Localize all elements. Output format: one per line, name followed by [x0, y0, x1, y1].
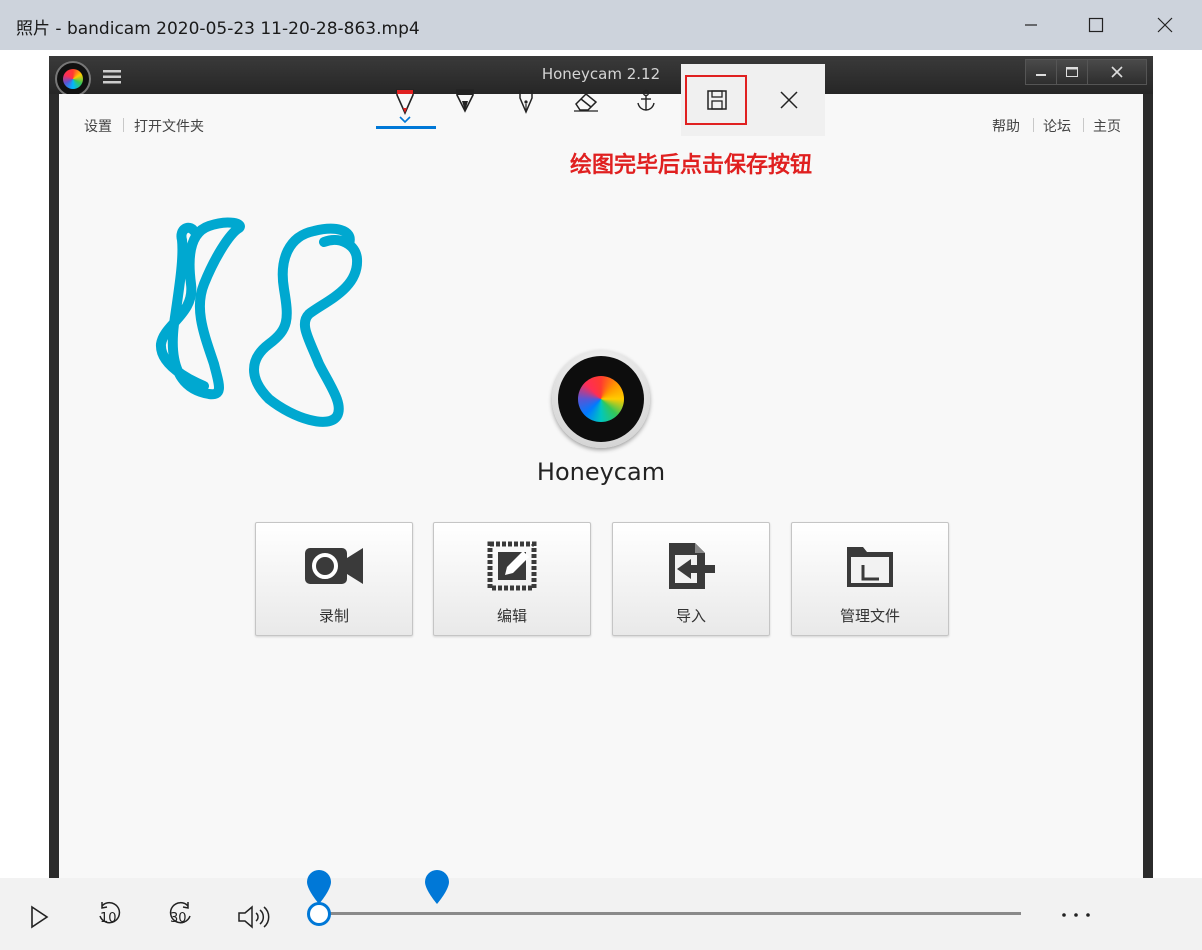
anchor-icon — [637, 89, 655, 111]
logo-text: Honeycam — [536, 458, 666, 486]
honeycam-title: Honeycam 2.12 — [541, 65, 661, 83]
rewind-label: 10 — [100, 911, 117, 926]
nav-open-folder[interactable]: 打开文件夹 — [134, 116, 204, 136]
play-button[interactable] — [20, 898, 58, 936]
import-icon — [661, 541, 721, 591]
more-options-button[interactable] — [1052, 900, 1100, 930]
import-label: 导入 — [675, 607, 706, 625]
annotation-text: 绘图完毕后点击保存按钮 — [570, 152, 813, 178]
maximize-icon — [1088, 17, 1104, 33]
maximize-icon — [1066, 67, 1078, 77]
manage-files-button[interactable]: 管理文件 — [791, 522, 949, 636]
honeycam-main-panel: 设置 打开文件夹 帮助 论坛 主页 绘图完毕后点击保存按钮 Honeycam 录… — [59, 94, 1143, 886]
anchor-tool[interactable] — [629, 84, 663, 118]
trim-end-marker-icon[interactable] — [423, 870, 451, 906]
play-icon — [31, 905, 49, 929]
trim-start-marker-icon[interactable] — [305, 870, 333, 906]
rewind-button[interactable]: 10 — [90, 896, 128, 934]
red-pen-icon — [396, 89, 414, 115]
honeycam-maximize-button[interactable] — [1056, 59, 1088, 85]
nav-divider — [123, 118, 124, 132]
photos-title-bar: 照片 - bandicam 2020-05-23 11-20-28-863.mp… — [0, 0, 1202, 50]
forward-label: 30 — [170, 911, 187, 926]
honeycam-minimize-button[interactable] — [1025, 59, 1057, 85]
minimize-icon — [1036, 74, 1046, 76]
close-icon — [780, 91, 798, 109]
active-tool-underline — [376, 126, 436, 129]
honeycam-logo — [552, 350, 650, 448]
manage-files-label: 管理文件 — [839, 607, 900, 625]
honeycam-close-button[interactable] — [1087, 59, 1147, 85]
minimize-icon — [1025, 24, 1037, 26]
nav-home[interactable]: 主页 — [1093, 116, 1121, 136]
camera-icon — [304, 541, 364, 591]
save-button[interactable] — [700, 83, 734, 117]
nav-help[interactable]: 帮助 — [992, 116, 1020, 136]
progress-thumb[interactable] — [307, 902, 331, 926]
more-icon — [1062, 913, 1090, 917]
folder-icon — [840, 541, 900, 591]
fountain-pen-icon — [519, 90, 533, 114]
nav-settings[interactable]: 设置 — [84, 116, 112, 136]
edit-label: 编辑 — [496, 607, 527, 625]
media-control-bar: 10 30 — [0, 870, 1202, 950]
red-pen-tool[interactable] — [388, 84, 422, 118]
save-icon — [707, 90, 727, 110]
close-icon — [1111, 66, 1123, 78]
nav-forum[interactable]: 论坛 — [1043, 116, 1071, 136]
volume-icon — [238, 905, 270, 929]
window-title: 照片 - bandicam 2020-05-23 11-20-28-863.mp… — [16, 19, 420, 39]
eraser-tool[interactable] — [569, 84, 603, 118]
progress-track[interactable] — [318, 912, 1021, 915]
black-marker-icon — [456, 89, 474, 113]
black-marker-tool[interactable] — [448, 84, 482, 118]
nav-divider — [1083, 118, 1084, 132]
record-button[interactable]: 录制 — [255, 522, 413, 636]
record-label: 录制 — [318, 607, 349, 625]
eraser-icon — [574, 92, 598, 112]
maximize-button[interactable] — [1073, 0, 1119, 50]
close-button[interactable] — [1142, 0, 1188, 50]
fountain-pen-tool[interactable] — [509, 84, 543, 118]
minimize-button[interactable] — [1008, 0, 1054, 50]
freehand-drawing — [156, 217, 362, 427]
chevron-down-icon[interactable] — [399, 116, 411, 124]
edit-icon — [482, 541, 542, 591]
edit-button[interactable]: 编辑 — [433, 522, 591, 636]
import-button[interactable]: 导入 — [612, 522, 770, 636]
video-frame: Honeycam 2.12 设置 打开文件夹 帮助 论坛 主页 绘图完毕后点击保… — [49, 56, 1153, 886]
volume-button[interactable] — [234, 898, 272, 936]
close-icon — [1157, 17, 1173, 33]
nav-divider — [1033, 118, 1034, 132]
close-drawing-button[interactable] — [772, 83, 806, 117]
forward-button[interactable]: 30 — [162, 896, 200, 934]
